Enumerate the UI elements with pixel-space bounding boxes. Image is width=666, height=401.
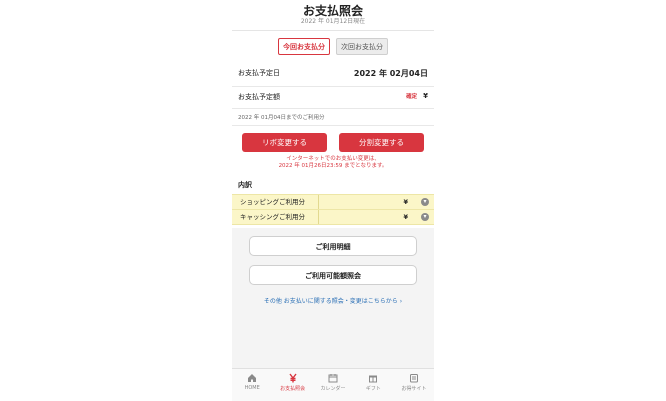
shop-icon bbox=[409, 374, 418, 383]
breakdown-value: ¥ bbox=[403, 198, 408, 206]
nav-home[interactable]: HOME bbox=[232, 369, 272, 401]
links-section: ご利用明細 ご利用可能額照会 その他 お支払いに関する照会・変更はこちらから › bbox=[232, 228, 434, 368]
other-inquiry-link[interactable]: その他 お支払いに関する照会・変更はこちらから › bbox=[232, 296, 434, 305]
nav-calendar[interactable]: カレンダー bbox=[313, 369, 353, 401]
change-buttons: リボ変更する 分割変更する bbox=[242, 133, 424, 152]
chevron-right-icon: › bbox=[399, 298, 403, 305]
calendar-icon bbox=[328, 374, 338, 383]
tab-current-payment[interactable]: 今回お支払分 bbox=[278, 38, 330, 55]
other-inquiry-link-text: その他 お支払いに関する照会・変更はこちらから bbox=[263, 298, 398, 305]
tab-next-payment[interactable]: 次回お支払分 bbox=[336, 38, 388, 55]
divider bbox=[318, 210, 319, 224]
breakdown-title: 内訳 bbox=[238, 181, 252, 189]
breakdown-value: ¥ bbox=[403, 213, 408, 221]
payment-tabs: 今回お支払分 次回お支払分 bbox=[232, 38, 434, 55]
as-of-date: 2022 年 01月12日現在 bbox=[300, 18, 366, 25]
nav-label: お支払照会 bbox=[280, 386, 306, 392]
nav-deals[interactable]: お得サイト bbox=[394, 369, 434, 401]
yen-icon bbox=[289, 373, 297, 383]
usage-period-note: 2022 年 01月04日までのご利用分 bbox=[238, 115, 325, 121]
bottom-navigation: HOME お支払照会 カレンダー ギフト お得サイト bbox=[232, 368, 434, 401]
phone-screen: お支払照会 2022 年 01月12日現在 今回お支払分 次回お支払分 お支払予… bbox=[232, 0, 434, 401]
payment-date-label: お支払予定日 bbox=[238, 69, 280, 77]
page-title: お支払照会 bbox=[302, 4, 363, 18]
status-badge: 確定 bbox=[406, 94, 418, 100]
notice-line: 2022 年 01月26日23:59 までとなります。 bbox=[278, 163, 388, 169]
split-change-button[interactable]: 分割変更する bbox=[339, 133, 424, 152]
divider bbox=[318, 195, 319, 209]
divider bbox=[232, 108, 434, 109]
statement-button[interactable]: ご利用明細 bbox=[249, 236, 417, 256]
chevron-down-icon[interactable]: ▾ bbox=[421, 213, 429, 221]
payment-date-row: お支払予定日 2022 年 02月04日 bbox=[238, 68, 428, 82]
divider bbox=[232, 86, 434, 87]
chevron-down-icon[interactable]: ▾ bbox=[421, 198, 429, 206]
revo-change-button[interactable]: リボ変更する bbox=[242, 133, 327, 152]
breakdown-label: ショッピングご利用分 bbox=[240, 198, 305, 206]
payment-amount-value: ¥ bbox=[423, 92, 428, 100]
divider bbox=[232, 125, 434, 126]
available-amount-button[interactable]: ご利用可能額照会 bbox=[249, 265, 417, 285]
gift-icon bbox=[369, 375, 378, 383]
payment-date-value: 2022 年 02月04日 bbox=[353, 69, 428, 78]
notice-line: インターネットでのお支払い変更は、 bbox=[286, 156, 380, 162]
breakdown-row-shopping[interactable]: ショッピングご利用分 ¥ ▾ bbox=[232, 194, 434, 209]
home-icon bbox=[248, 374, 257, 382]
nav-label: カレンダー bbox=[320, 386, 346, 392]
page-header: お支払照会 2022 年 01月12日現在 bbox=[232, 0, 434, 31]
breakdown-row-cashing[interactable]: キャッシングご利用分 ¥ ▾ bbox=[232, 209, 434, 225]
breakdown-label: キャッシングご利用分 bbox=[240, 213, 305, 221]
nav-payment-inquiry[interactable]: お支払照会 bbox=[272, 369, 312, 401]
nav-label: ギフト bbox=[365, 386, 381, 392]
nav-label: お得サイト bbox=[401, 386, 427, 392]
change-deadline-notice: インターネットでのお支払い変更は、 2022 年 01月26日23:59 までと… bbox=[232, 156, 434, 170]
nav-gift[interactable]: ギフト bbox=[353, 369, 393, 401]
payment-amount-label: お支払予定額 bbox=[238, 93, 280, 101]
nav-label: HOME bbox=[244, 385, 260, 391]
payment-amount-row: お支払予定額 確定 ¥ bbox=[238, 92, 428, 106]
